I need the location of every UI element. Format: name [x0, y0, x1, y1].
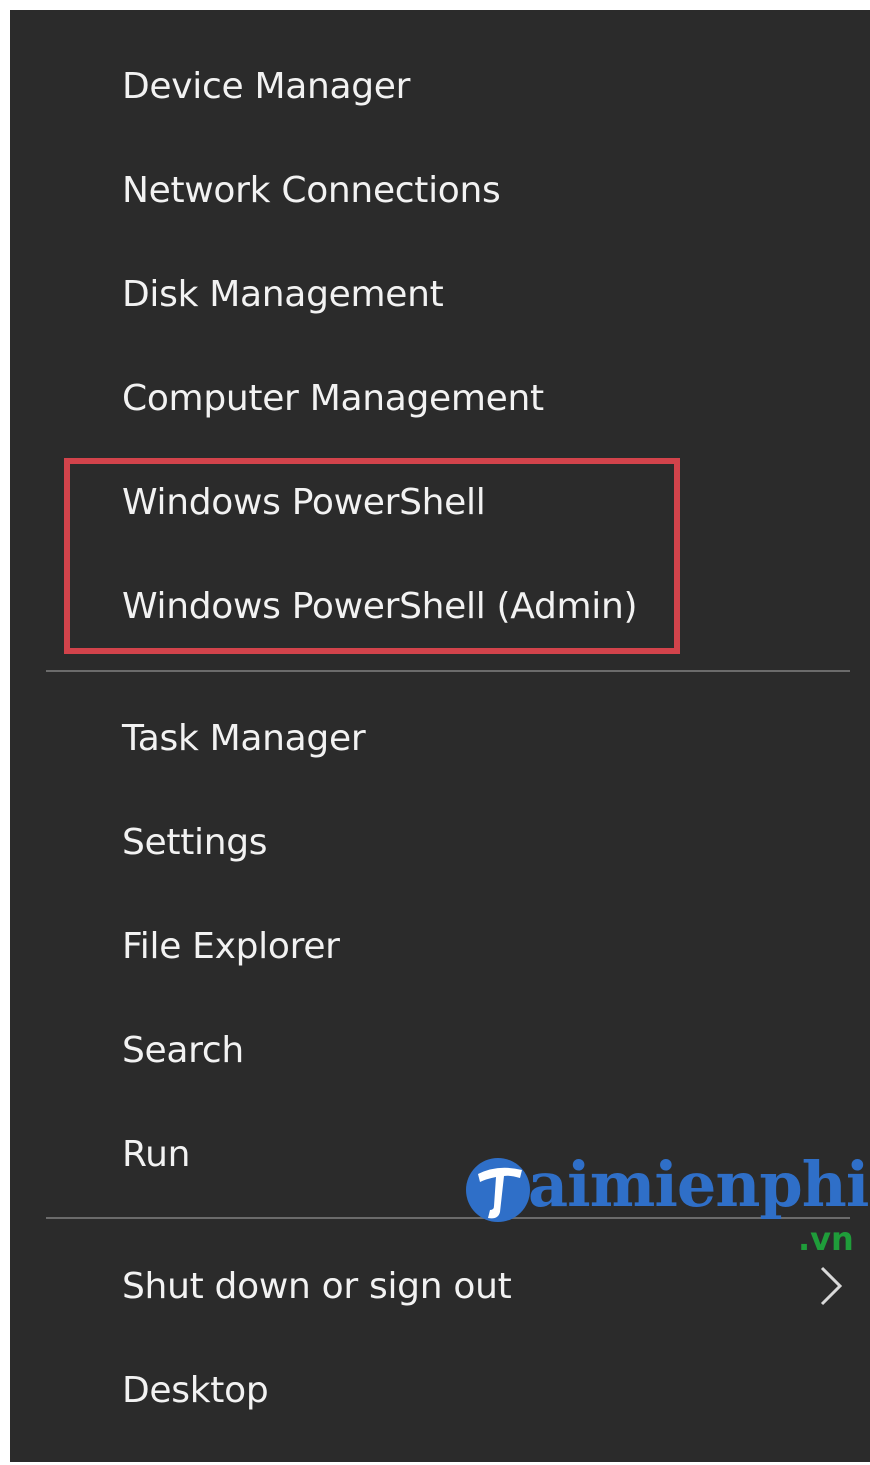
chevron-right-icon — [820, 1266, 843, 1306]
menu-item-disk-management[interactable]: Disk Management — [10, 244, 870, 344]
menu-item-windows-powershell-admin[interactable]: Windows PowerShell (Admin) — [10, 556, 870, 656]
menu-item-label: File Explorer — [122, 925, 340, 967]
menu-item-label: Windows PowerShell — [122, 481, 486, 523]
menu-item-search[interactable]: Search — [10, 1000, 870, 1100]
menu-separator — [46, 670, 850, 672]
taimienphi-logo-icon — [466, 1158, 530, 1222]
watermark-domain: .vn — [798, 1220, 854, 1258]
menu-item-label: Run — [122, 1133, 191, 1175]
menu-item-label: Windows PowerShell (Admin) — [122, 585, 638, 627]
menu-item-network-connections[interactable]: Network Connections — [10, 140, 870, 240]
menu-item-label: Computer Management — [122, 377, 544, 419]
menu-item-label: Settings — [122, 821, 268, 863]
menu-item-computer-management[interactable]: Computer Management — [10, 348, 870, 448]
taimienphi-watermark: aimienphi .vn — [464, 1150, 869, 1260]
menu-item-label: Desktop — [122, 1369, 269, 1411]
menu-item-file-explorer[interactable]: File Explorer — [10, 896, 870, 996]
winx-context-menu: Device Manager Network Connections Disk … — [10, 10, 870, 1462]
menu-item-label: Shut down or sign out — [122, 1265, 512, 1307]
menu-item-label: Search — [122, 1029, 244, 1071]
menu-item-label: Network Connections — [122, 169, 501, 211]
menu-item-desktop[interactable]: Desktop — [10, 1340, 870, 1440]
watermark-brand: aimienphi — [528, 1148, 869, 1221]
menu-item-device-manager[interactable]: Device Manager — [10, 36, 870, 136]
menu-item-label: Device Manager — [122, 65, 411, 107]
menu-item-windows-powershell[interactable]: Windows PowerShell — [10, 452, 870, 552]
menu-item-label: Disk Management — [122, 273, 444, 315]
menu-item-task-manager[interactable]: Task Manager — [10, 688, 870, 788]
menu-item-label: Task Manager — [122, 717, 366, 759]
menu-item-settings[interactable]: Settings — [10, 792, 870, 892]
